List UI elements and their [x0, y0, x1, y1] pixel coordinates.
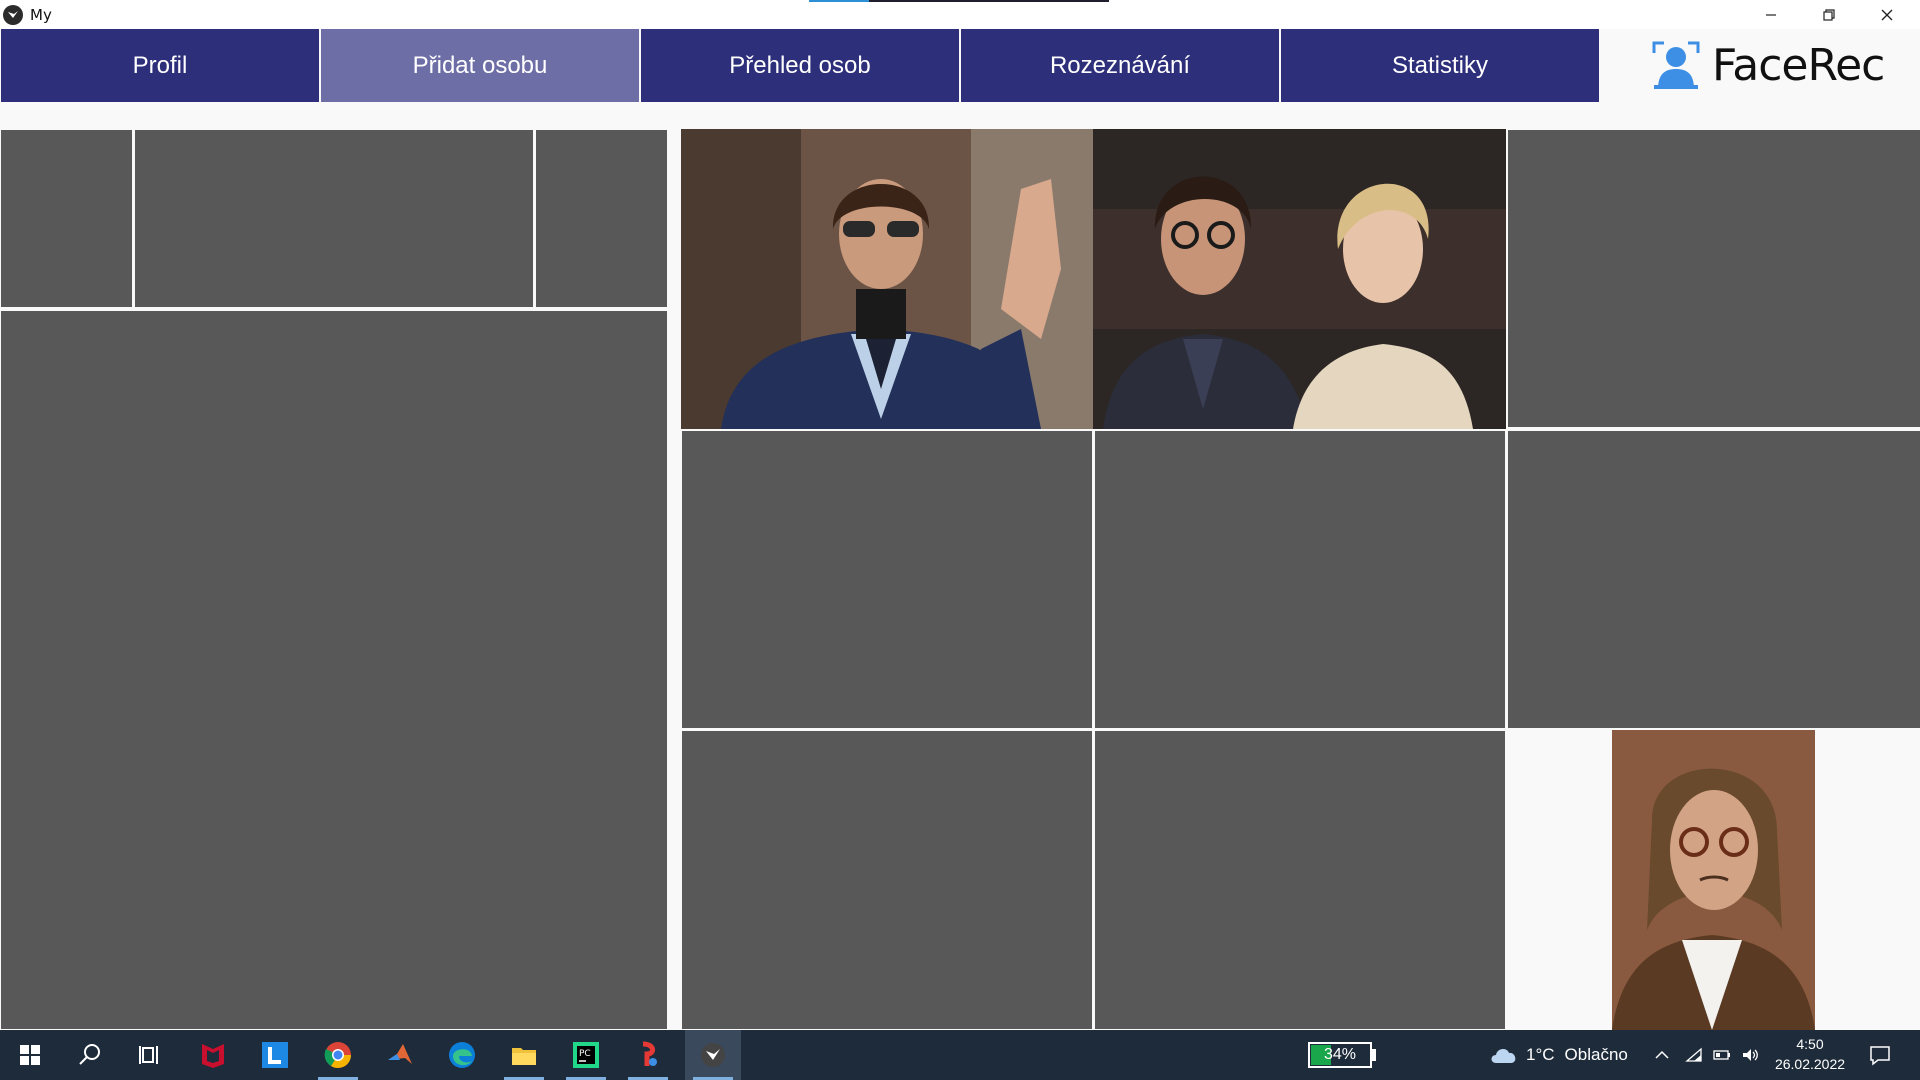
close-button[interactable] — [1858, 0, 1916, 29]
task-view-button[interactable] — [125, 1030, 175, 1080]
taskbar-app[interactable] — [623, 1030, 673, 1080]
tab-label: Rozeznávání — [1049, 51, 1191, 79]
search-button[interactable] — [65, 1030, 115, 1080]
cloud-icon — [1491, 1049, 1516, 1063]
matlab-icon — [388, 1044, 412, 1064]
person-photo[interactable] — [681, 129, 1093, 429]
image-tile[interactable] — [135, 130, 533, 307]
tab-label: Přehled osob — [729, 51, 871, 79]
close-icon — [1881, 9, 1893, 20]
edge-icon — [449, 1042, 475, 1068]
taskbar-app-active[interactable] — [685, 1030, 741, 1080]
restore-button[interactable] — [1800, 0, 1858, 29]
tab-prehled-osob[interactable]: Přehled osob — [641, 29, 959, 102]
facerec-logo: FaceRec — [1650, 39, 1885, 91]
taskbar-app[interactable]: PC — [561, 1030, 611, 1080]
title-bar: My — [0, 0, 1920, 29]
volume-icon[interactable] — [1740, 1045, 1760, 1065]
clock-date: 26.02.2022 — [1774, 1056, 1846, 1072]
search-icon — [79, 1044, 100, 1065]
image-tile[interactable] — [1095, 431, 1505, 728]
restore-icon — [1823, 8, 1835, 21]
kivy-app-icon — [3, 4, 23, 25]
clock-time: 4:50 — [1796, 1036, 1824, 1052]
windows-icon — [20, 1045, 40, 1065]
pycharm-icon: PC — [573, 1042, 599, 1068]
window-title: My — [30, 5, 52, 24]
tab-statistiky[interactable]: Statistiky — [1281, 29, 1599, 102]
battery-tray-icon[interactable] — [1712, 1045, 1732, 1065]
tab-label: Přidat osobu — [412, 51, 548, 79]
nav-bar: Profil Přidat osobu Přehled osob Rozezná… — [0, 29, 1920, 103]
minimize-icon — [1766, 13, 1776, 16]
image-tile[interactable] — [682, 731, 1092, 1029]
battery-percent: 34% — [1323, 1046, 1357, 1063]
image-tile[interactable] — [1508, 431, 1920, 728]
face-scan-icon — [1652, 41, 1700, 89]
weather-widget[interactable]: 1°C Oblačno — [1490, 1030, 1628, 1080]
taskbar-app[interactable] — [375, 1030, 425, 1080]
kivy-app-icon — [701, 1043, 725, 1067]
taskbar-app[interactable] — [188, 1030, 238, 1080]
chevron-up-icon[interactable] — [1652, 1045, 1672, 1065]
image-tile[interactable] — [536, 130, 667, 307]
title-loading-bar — [809, 0, 1109, 2]
wifi-icon[interactable] — [1684, 1045, 1704, 1065]
tab-label: Profil — [132, 51, 188, 79]
start-button[interactable] — [5, 1030, 55, 1080]
app-window: My Profil Přidat osobu Přehled osob Roze… — [0, 0, 1920, 1080]
taskbar: PC 34% 1°C Oblačno 4:50 26.02.2022 — [0, 1030, 1920, 1080]
chrome-icon — [324, 1042, 352, 1069]
notification-icon[interactable] — [1868, 1043, 1892, 1067]
taskbar-app[interactable] — [250, 1030, 300, 1080]
task-view-icon — [139, 1046, 158, 1064]
image-tile[interactable] — [1508, 130, 1920, 427]
logo-text: FaceRec — [1712, 39, 1885, 91]
battery-nub — [1372, 1049, 1376, 1061]
tab-rozeznavani[interactable]: Rozeznávání — [961, 29, 1279, 102]
taskbar-app[interactable] — [313, 1030, 363, 1080]
svg-text:PC: PC — [579, 1049, 591, 1059]
weather-description: Oblačno — [1564, 1045, 1628, 1064]
image-tile[interactable] — [1, 130, 132, 307]
person-photo[interactable] — [1093, 129, 1506, 429]
taskbar-app[interactable] — [499, 1030, 549, 1080]
tab-profil[interactable]: Profil — [1, 29, 319, 102]
tab-pridat-osobu[interactable]: Přidat osobu — [321, 29, 639, 102]
image-tile[interactable] — [1, 311, 667, 1029]
battery-indicator[interactable]: 34% — [1308, 1042, 1372, 1068]
tab-label: Statistiky — [1391, 51, 1489, 79]
minimize-button[interactable] — [1742, 0, 1800, 29]
image-tile[interactable] — [1095, 731, 1505, 1029]
l-app-icon — [262, 1042, 288, 1068]
person-photo[interactable] — [1612, 730, 1815, 1030]
weather-temperature: 1°C — [1526, 1045, 1555, 1064]
mcafee-icon — [202, 1044, 224, 1068]
paint-app-icon — [642, 1041, 657, 1066]
taskbar-app[interactable] — [437, 1030, 487, 1080]
image-tile[interactable] — [682, 431, 1092, 728]
file-explorer-icon — [512, 1048, 536, 1065]
system-clock[interactable]: 4:50 26.02.2022 — [1770, 1034, 1850, 1074]
